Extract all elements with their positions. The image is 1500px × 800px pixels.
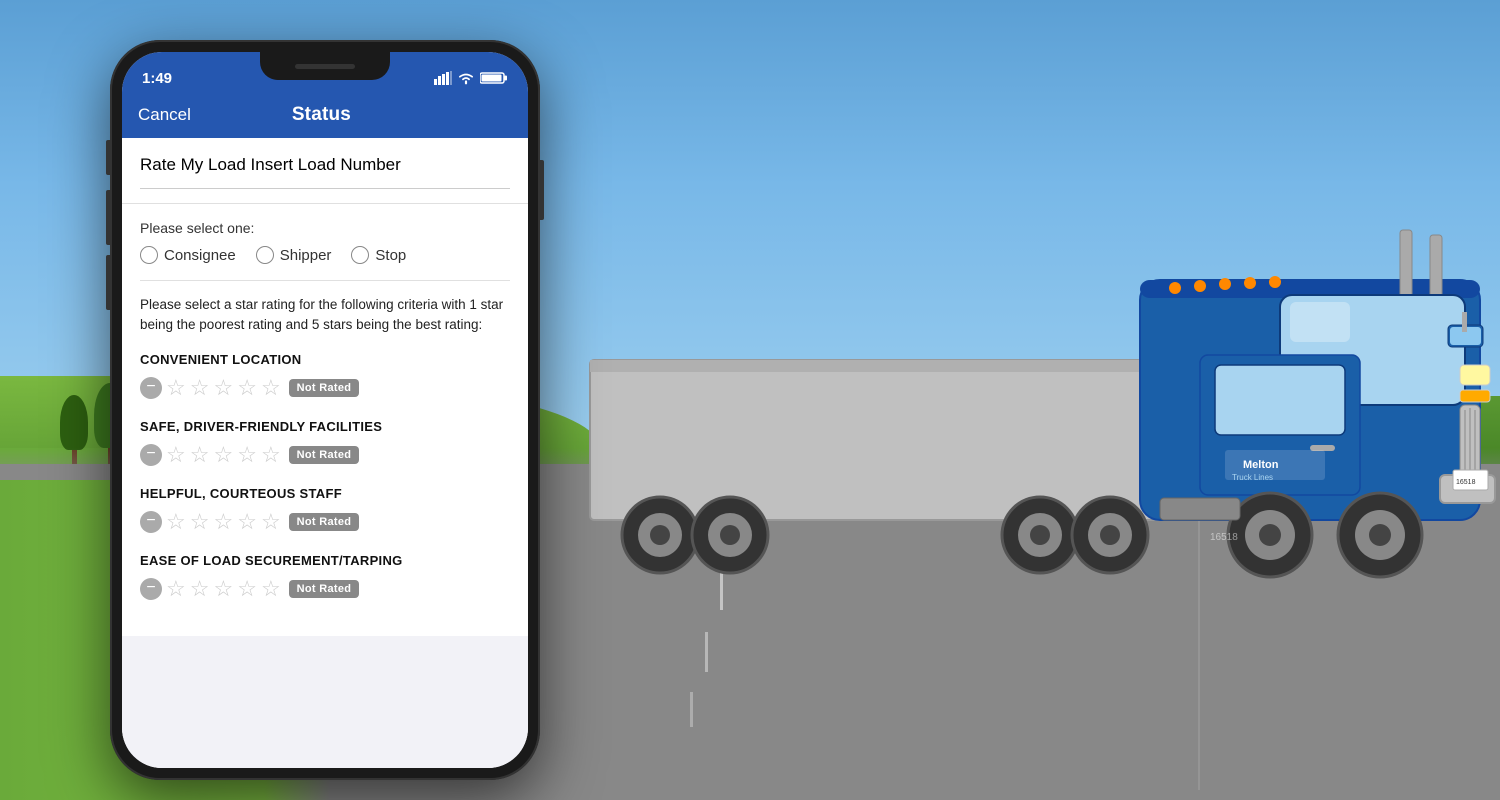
not-rated-badge-ease-load: Not Rated xyxy=(289,580,360,598)
phone-screen: 1:49 xyxy=(122,52,528,768)
star-convenient-location-5[interactable]: ☆ xyxy=(261,377,281,399)
minus-button-safe-facilities[interactable]: − xyxy=(140,444,162,466)
status-icons xyxy=(434,71,508,85)
wifi-icon xyxy=(457,71,475,85)
not-rated-badge-convenient-location: Not Rated xyxy=(289,379,360,397)
phone-speaker xyxy=(295,64,355,69)
svg-text:16518: 16518 xyxy=(1456,479,1476,486)
star-safe-facilities-1[interactable]: ☆ xyxy=(166,444,186,466)
ratings-container: CONVENIENT LOCATION−☆☆☆☆☆Not RatedSAFE, … xyxy=(140,352,510,600)
content-header: Rate My Load Insert Load Number xyxy=(122,138,528,204)
radio-circle-consignee[interactable] xyxy=(140,246,158,264)
star-ease-load-2[interactable]: ☆ xyxy=(190,578,210,600)
star-ease-load-3[interactable]: ☆ xyxy=(213,578,233,600)
nav-bar: Cancel Status xyxy=(122,96,528,138)
select-one-label: Please select one: xyxy=(140,220,510,236)
rating-label-helpful-staff: HELPFUL, COURTEOUS STAFF xyxy=(140,486,510,501)
rating-section-safe-facilities: SAFE, DRIVER-FRIENDLY FACILITIES−☆☆☆☆☆No… xyxy=(140,419,510,466)
not-rated-badge-helpful-staff: Not Rated xyxy=(289,513,360,531)
signal-icon xyxy=(434,71,452,85)
radio-label-stop: Stop xyxy=(375,247,406,264)
rating-label-convenient-location: CONVENIENT LOCATION xyxy=(140,352,510,367)
minus-button-convenient-location[interactable]: − xyxy=(140,377,162,399)
mute-button xyxy=(106,140,110,175)
star-safe-facilities-3[interactable]: ☆ xyxy=(213,444,233,466)
rating-label-ease-load: EASE OF LOAD SECUREMENT/TARPING xyxy=(140,553,510,568)
phone-notch xyxy=(260,52,390,80)
svg-text:Melton: Melton xyxy=(1243,459,1279,471)
power-button xyxy=(540,160,544,220)
stars-row-safe-facilities: −☆☆☆☆☆Not Rated xyxy=(140,444,510,466)
star-convenient-location-3[interactable]: ☆ xyxy=(213,377,233,399)
content-body: Please select one: Consignee Shipper xyxy=(122,204,528,636)
volume-down-button xyxy=(106,255,110,310)
svg-text:Truck Lines: Truck Lines xyxy=(1232,473,1273,482)
status-time: 1:49 xyxy=(142,70,172,87)
star-helpful-staff-5[interactable]: ☆ xyxy=(261,511,281,533)
svg-text:16518: 16518 xyxy=(1210,532,1238,543)
minus-button-ease-load[interactable]: − xyxy=(140,578,162,600)
star-helpful-staff-3[interactable]: ☆ xyxy=(213,511,233,533)
radio-stop[interactable]: Stop xyxy=(351,246,406,264)
stars-row-helpful-staff: −☆☆☆☆☆Not Rated xyxy=(140,511,510,533)
screen-content[interactable]: Rate My Load Insert Load Number Please s… xyxy=(122,138,528,768)
star-ease-load-4[interactable]: ☆ xyxy=(237,578,257,600)
rating-section-helpful-staff: HELPFUL, COURTEOUS STAFF−☆☆☆☆☆Not Rated xyxy=(140,486,510,533)
radio-circle-shipper[interactable] xyxy=(256,246,274,264)
star-safe-facilities-2[interactable]: ☆ xyxy=(190,444,210,466)
rating-label-safe-facilities: SAFE, DRIVER-FRIENDLY FACILITIES xyxy=(140,419,510,434)
stars-row-ease-load: −☆☆☆☆☆Not Rated xyxy=(140,578,510,600)
star-convenient-location-1[interactable]: ☆ xyxy=(166,377,186,399)
star-safe-facilities-5[interactable]: ☆ xyxy=(261,444,281,466)
nav-title: Status xyxy=(292,104,351,126)
radio-circle-stop[interactable] xyxy=(351,246,369,264)
radio-consignee[interactable]: Consignee xyxy=(140,246,236,264)
divider-1 xyxy=(140,280,510,281)
load-title: Rate My Load Insert Load Number xyxy=(140,154,510,189)
rating-section-convenient-location: CONVENIENT LOCATION−☆☆☆☆☆Not Rated xyxy=(140,352,510,399)
star-helpful-staff-2[interactable]: ☆ xyxy=(190,511,210,533)
star-helpful-staff-1[interactable]: ☆ xyxy=(166,511,186,533)
rating-section-ease-load: EASE OF LOAD SECUREMENT/TARPING−☆☆☆☆☆Not… xyxy=(140,553,510,600)
battery-icon xyxy=(480,71,508,85)
radio-shipper[interactable]: Shipper xyxy=(256,246,332,264)
star-convenient-location-4[interactable]: ☆ xyxy=(237,377,257,399)
star-ease-load-1[interactable]: ☆ xyxy=(166,578,186,600)
cancel-button[interactable]: Cancel xyxy=(138,105,191,125)
star-ease-load-5[interactable]: ☆ xyxy=(261,578,281,600)
truck-illustration: Melton Truck Lines 16518 16518 xyxy=(580,180,1500,740)
stars-row-convenient-location: −☆☆☆☆☆Not Rated xyxy=(140,377,510,399)
star-helpful-staff-4[interactable]: ☆ xyxy=(237,511,257,533)
radio-group: Consignee Shipper Stop xyxy=(140,246,510,264)
radio-label-shipper: Shipper xyxy=(280,247,332,264)
minus-button-helpful-staff[interactable]: − xyxy=(140,511,162,533)
phone-device: 1:49 xyxy=(110,40,540,780)
star-convenient-location-2[interactable]: ☆ xyxy=(190,377,210,399)
volume-up-button xyxy=(106,190,110,245)
instruction-text: Please select a star rating for the foll… xyxy=(140,295,510,336)
radio-label-consignee: Consignee xyxy=(164,247,236,264)
not-rated-badge-safe-facilities: Not Rated xyxy=(289,446,360,464)
star-safe-facilities-4[interactable]: ☆ xyxy=(237,444,257,466)
